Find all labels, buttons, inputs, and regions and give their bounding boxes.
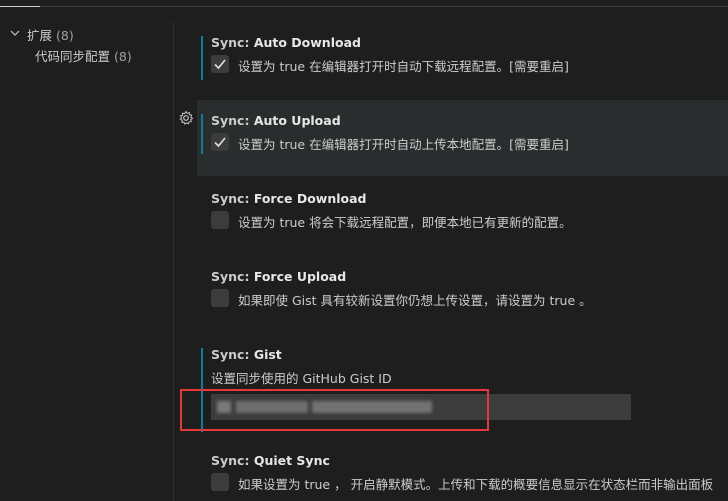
toc-item-code-sync[interactable]: 代码同步配置 (8): [35, 46, 132, 65]
setting-title: Sync: Quiet Sync: [211, 453, 330, 468]
setting-description: 设置为 true 将会下载远程配置，即便本地已有更新的配置。: [238, 215, 572, 230]
toc-item-count: (8): [56, 28, 74, 43]
modified-indicator: [201, 36, 203, 80]
setting-description: 设置为 true 在编辑器打开时自动下载远程配置。[需要重启]: [238, 59, 569, 74]
toc-divider: [173, 22, 174, 501]
active-tab-indicator: [0, 6, 40, 7]
setting-category: Sync:: [211, 191, 254, 206]
toc-item-extensions[interactable]: 扩展 (8): [27, 25, 74, 44]
setting-category: Sync:: [211, 113, 254, 128]
setting-name: Gist: [253, 347, 282, 362]
setting-title: Sync: Auto Upload: [211, 113, 341, 128]
setting-title: Sync: Auto Download: [211, 35, 361, 50]
toc-item-label: 扩展: [27, 28, 53, 43]
setting-category: Sync:: [211, 347, 254, 362]
setting-title: Sync: Force Download: [211, 191, 367, 206]
check-icon: [214, 137, 226, 148]
chevron-down-icon[interactable]: [9, 27, 21, 39]
force-upload-checkbox[interactable]: [211, 289, 229, 307]
setting-name: Quiet Sync: [253, 453, 330, 468]
setting-name: Auto Upload: [253, 113, 341, 128]
setting-title: Sync: Force Upload: [211, 269, 346, 284]
modified-indicator: [201, 114, 203, 154]
setting-auto-download: Sync: Auto Download 设置为 true 在编辑器打开时自动下载…: [197, 30, 728, 88]
setting-category: Sync:: [211, 269, 254, 284]
quiet-sync-checkbox[interactable]: [211, 473, 229, 491]
setting-description: 如果即使 Gist 具有较新设置你仍想上传设置，请设置为 true 。: [238, 293, 592, 308]
setting-description: 设置为 true 在编辑器打开时自动上传本地配置。[需要重启]: [238, 137, 569, 152]
editor-tab-strip: [0, 0, 728, 7]
gear-icon[interactable]: [178, 110, 194, 126]
setting-title: Sync: Gist: [211, 347, 282, 362]
toc-item-label: 代码同步配置: [35, 49, 111, 64]
setting-description: 如果设置为 true ， 开启静默模式。上传和下载的概要信息显示在状态栏而非输出…: [238, 477, 714, 492]
annotation-highlight-box: [180, 389, 489, 431]
setting-name: Auto Download: [253, 35, 361, 50]
settings-toc: [0, 20, 173, 501]
setting-quiet-sync: Sync: Quiet Sync 如果设置为 true ， 开启静默模式。上传和…: [197, 448, 728, 501]
force-download-checkbox[interactable]: [211, 211, 229, 229]
setting-description: 设置同步使用的 GitHub Gist ID: [211, 371, 392, 386]
auto-download-checkbox[interactable]: [211, 55, 229, 73]
setting-name: Force Download: [253, 191, 367, 206]
setting-force-download: Sync: Force Download 设置为 true 将会下载远程配置，即…: [197, 186, 728, 254]
auto-upload-checkbox[interactable]: [211, 133, 229, 151]
setting-force-upload: Sync: Force Upload 如果即使 Gist 具有较新设置你仍想上传…: [197, 264, 728, 332]
setting-name: Force Upload: [253, 269, 347, 284]
setting-category: Sync:: [211, 35, 254, 50]
toc-item-count: (8): [114, 49, 132, 64]
check-icon: [214, 59, 226, 70]
setting-auto-upload: Sync: Auto Upload 设置为 true 在编辑器打开时自动上传本地…: [197, 100, 728, 176]
setting-category: Sync:: [211, 453, 254, 468]
